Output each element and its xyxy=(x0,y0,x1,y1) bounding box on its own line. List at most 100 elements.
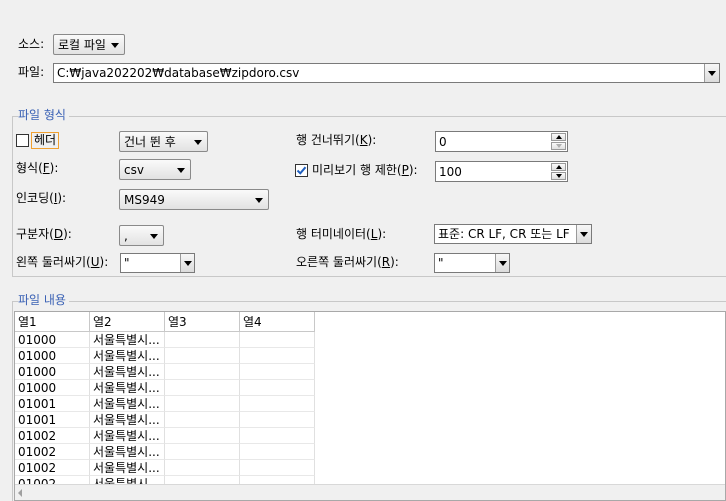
preview-limit-value: 100 xyxy=(439,165,462,179)
column-header[interactable]: 열2 xyxy=(90,312,165,332)
table-cell[interactable] xyxy=(240,412,315,428)
chevron-down-icon xyxy=(177,168,185,173)
skip-rows-spinner[interactable]: 0 xyxy=(435,131,568,152)
skip-rows-label: 행 건너뛰기(K): xyxy=(296,133,377,147)
arrow-up-icon xyxy=(555,135,562,139)
table-cell[interactable] xyxy=(240,332,315,348)
file-path-input[interactable]: C:₩java202202₩database₩zipdoro.csv xyxy=(53,63,720,83)
table-cell[interactable] xyxy=(165,428,240,444)
column-header[interactable]: 열3 xyxy=(165,312,240,332)
chevron-down-icon xyxy=(498,260,507,266)
table-cell[interactable] xyxy=(165,444,240,460)
left-enclosure-value: " xyxy=(124,256,130,270)
table-cell[interactable]: 서울특별시... xyxy=(90,412,165,428)
table-cell[interactable]: 서울특별시... xyxy=(90,348,165,364)
header-label: 헤더 xyxy=(31,132,60,149)
file-content-table[interactable]: 열1 열2 열3 열4 01000 서울특별시... 01000 서울특별시... 01000 서… xyxy=(14,311,726,501)
table-cell[interactable] xyxy=(165,412,240,428)
file-dropdown-button[interactable] xyxy=(704,64,719,82)
table-cell[interactable] xyxy=(240,444,315,460)
right-enclosure-label: 오른쪽 둘러싸기(R): xyxy=(296,255,399,269)
left-enclosure-select[interactable]: " xyxy=(120,253,195,273)
source-label: 소스: xyxy=(18,37,45,51)
right-enclosure-select[interactable]: " xyxy=(434,253,510,273)
format-value: csv xyxy=(124,163,144,177)
left-enclosure-dropdown-button[interactable] xyxy=(180,254,194,272)
table-cell[interactable]: 서울특별시... xyxy=(90,428,165,444)
left-enclosure-label: 왼쪽 둘러싸기(U): xyxy=(16,255,109,269)
table-cell[interactable]: 서울특별시... xyxy=(90,396,165,412)
table-cell[interactable]: 서울특별시... xyxy=(90,460,165,476)
table-cell[interactable]: 01002 xyxy=(15,460,90,476)
delimiter-label: 구분자(D): xyxy=(16,227,72,241)
right-enclosure-value: " xyxy=(438,256,444,270)
delimiter-value: , xyxy=(124,229,128,243)
source-value: 로컬 파일 xyxy=(58,38,106,52)
table-cell[interactable] xyxy=(165,396,240,412)
encoding-select[interactable]: MS949 xyxy=(119,189,269,210)
table-cell[interactable]: 01002 xyxy=(15,428,90,444)
chevron-down-icon xyxy=(150,234,158,239)
table-cell[interactable]: 서울특별시... xyxy=(90,380,165,396)
source-select[interactable]: 로컬 파일 xyxy=(53,34,125,55)
scroll-left-icon[interactable] xyxy=(18,489,22,497)
preview-limit-checkbox[interactable] xyxy=(295,164,308,177)
arrow-down-icon xyxy=(555,144,562,148)
checkmark-icon xyxy=(296,166,307,175)
table-cell[interactable] xyxy=(240,460,315,476)
content-section-title: 파일 내용 xyxy=(18,292,69,308)
table-cell[interactable] xyxy=(165,364,240,380)
table-cell[interactable]: 01000 xyxy=(15,364,90,380)
format-section-title: 파일 형식 xyxy=(18,107,69,123)
arrow-up-icon xyxy=(555,165,562,169)
table-cell[interactable] xyxy=(165,348,240,364)
preview-limit-spinner[interactable]: 100 xyxy=(435,161,568,182)
horizontal-scrollbar[interactable] xyxy=(15,484,725,500)
format-section-border xyxy=(12,116,726,117)
chevron-down-icon xyxy=(194,140,202,145)
column-header[interactable]: 열4 xyxy=(240,312,315,332)
table-cell[interactable] xyxy=(240,396,315,412)
table-cell[interactable] xyxy=(240,348,315,364)
table-cell[interactable]: 01002 xyxy=(15,444,90,460)
table-cell[interactable]: 서울특별시... xyxy=(90,444,165,460)
preview-limit-label: 미리보기 행 제한(P): xyxy=(312,163,418,177)
table-cell[interactable]: 01000 xyxy=(15,380,90,396)
header-checkbox[interactable] xyxy=(16,134,29,147)
table-cell[interactable] xyxy=(165,380,240,396)
line-terminator-label: 행 터미네이터(L): xyxy=(296,227,387,241)
column-header[interactable]: 열1 xyxy=(15,312,90,332)
table-cell[interactable] xyxy=(240,380,315,396)
table-cell[interactable] xyxy=(240,364,315,380)
table-cell[interactable]: 01000 xyxy=(15,332,90,348)
header-mode-select[interactable]: 건너 뛴 후 xyxy=(119,131,208,152)
table-cell[interactable]: 서울특별시... xyxy=(90,364,165,380)
delimiter-select[interactable]: , xyxy=(119,225,164,246)
header-mode-value: 건너 뛴 후 xyxy=(124,135,176,149)
table-cell[interactable] xyxy=(165,460,240,476)
format-select[interactable]: csv xyxy=(119,159,191,180)
table-cell[interactable]: 01001 xyxy=(15,396,90,412)
table-grid: 열1 열2 열3 열4 01000 서울특별시... 01000 서울특별시... 01000 서… xyxy=(15,312,317,492)
right-enclosure-dropdown-button[interactable] xyxy=(495,254,509,272)
table-cell[interactable]: 01000 xyxy=(15,348,90,364)
table-cell[interactable] xyxy=(165,332,240,348)
chevron-down-icon xyxy=(111,43,119,48)
table-cell[interactable]: 01001 xyxy=(15,412,90,428)
chevron-down-icon xyxy=(708,70,716,76)
spin-up-button[interactable] xyxy=(551,133,566,141)
table-cell[interactable]: 서울특별시... xyxy=(90,332,165,348)
table-cell[interactable] xyxy=(240,428,315,444)
line-terminator-select[interactable]: 표준: CR LF, CR 또는 LF xyxy=(434,224,592,244)
arrow-down-icon xyxy=(555,174,562,178)
spin-down-button[interactable] xyxy=(551,172,566,180)
format-label: 형식(F): xyxy=(16,161,59,175)
line-terminator-dropdown-button[interactable] xyxy=(576,225,591,243)
line-terminator-value: 표준: CR LF, CR 또는 LF xyxy=(438,227,570,241)
spin-down-button[interactable] xyxy=(551,142,566,150)
file-label: 파일: xyxy=(18,65,45,79)
spin-up-button[interactable] xyxy=(551,163,566,171)
content-section-border-left xyxy=(12,301,13,501)
chevron-down-icon xyxy=(183,260,192,266)
encoding-value: MS949 xyxy=(124,193,165,207)
